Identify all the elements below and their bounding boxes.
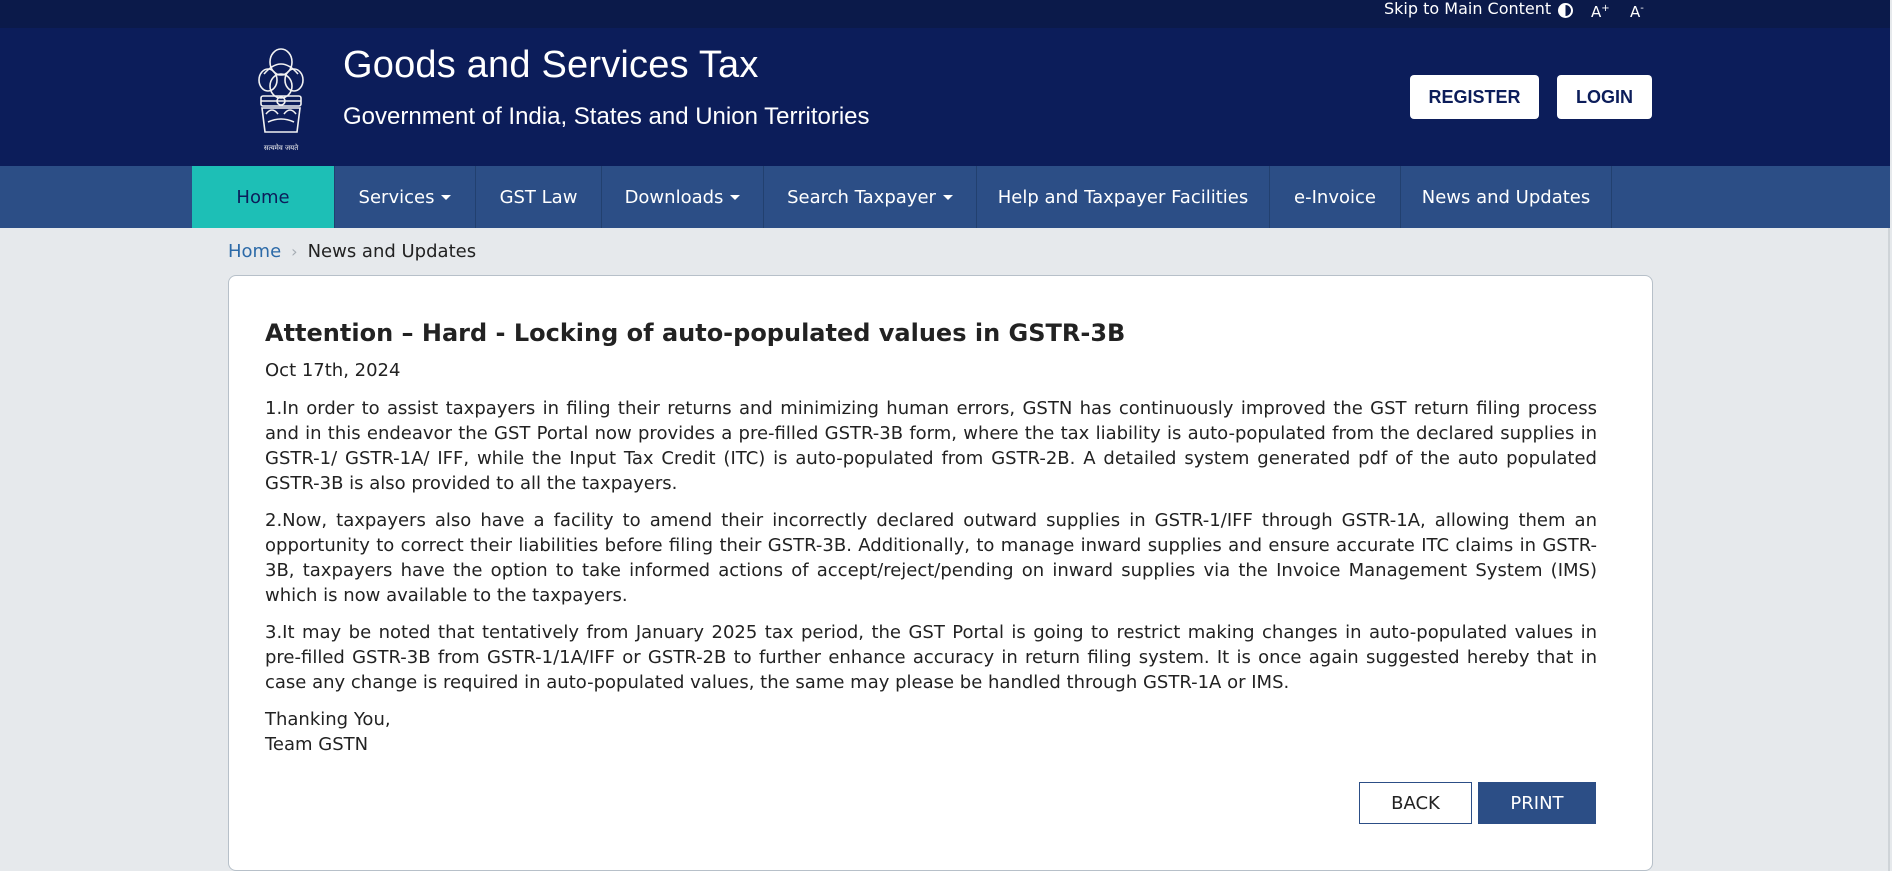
nav-item-label: e-Invoice [1294, 186, 1376, 208]
accessibility-bar: Skip to Main Content A+ A- [0, 0, 1890, 28]
nav-item-label: Home [236, 186, 290, 208]
breadcrumb-home-link[interactable]: Home [228, 241, 281, 262]
site-subtitle: Government of India, States and Union Te… [343, 103, 870, 130]
back-button[interactable]: BACK [1359, 782, 1472, 824]
breadcrumb-current: News and Updates [307, 240, 477, 262]
article-date: Oct 17th, 2024 [265, 360, 401, 381]
font-decrease-label: A [1630, 3, 1641, 21]
nav-item-label: News and Updates [1421, 186, 1591, 208]
page-root: Skip to Main Content A+ A- सत्यमेव जयते … [0, 0, 1890, 871]
nav-item-home[interactable]: Home [192, 166, 335, 228]
font-increase-button[interactable]: A+ [1591, 0, 1610, 21]
nav-item-services[interactable]: Services [335, 166, 476, 228]
font-decrease-sup: - [1640, 3, 1644, 14]
skip-to-content-link[interactable]: Skip to Main Content [1384, 0, 1551, 18]
main-navigation: Home Services GST Law Downloads Search T… [0, 166, 1890, 228]
caret-down-icon [942, 194, 953, 200]
contrast-toggle-icon[interactable] [1558, 3, 1573, 18]
caret-down-icon [441, 194, 452, 200]
login-button[interactable]: LOGIN [1557, 75, 1652, 119]
signoff-line: Team GSTN [265, 734, 369, 755]
print-button[interactable]: PRINT [1478, 782, 1596, 824]
nav-item-help[interactable]: Help and Taxpayer Facilities [977, 166, 1270, 228]
site-header: सत्यमेव जयते Goods and Services Tax Gove… [0, 28, 1890, 166]
article-body: 1.In order to assist taxpayers in filing… [265, 396, 1597, 757]
breadcrumb: Home › News and Updates [228, 240, 476, 262]
breadcrumb-separator-icon: › [291, 241, 298, 261]
register-button[interactable]: REGISTER [1410, 75, 1539, 119]
article-paragraph: 2.Now, taxpayers also have a facility to… [265, 510, 1597, 606]
site-title[interactable]: Goods and Services Tax [343, 44, 759, 87]
nav-item-gst-law[interactable]: GST Law [476, 166, 602, 228]
national-emblem-logo[interactable]: सत्यमेव जयते [252, 44, 310, 156]
caret-down-icon [730, 194, 741, 200]
nav-item-news-updates[interactable]: News and Updates [1401, 166, 1612, 228]
emblem-caption: सत्यमेव जयते [264, 143, 299, 152]
nav-item-downloads[interactable]: Downloads [602, 166, 764, 228]
font-decrease-button[interactable]: A- [1630, 0, 1644, 21]
nav-item-label: Downloads [624, 186, 724, 208]
nav-item-search-taxpayer[interactable]: Search Taxpayer [764, 166, 977, 228]
article-card: Attention – Hard - Locking of auto-popul… [228, 275, 1653, 871]
signoff-line: Thanking You, [265, 709, 391, 730]
nav-item-e-invoice[interactable]: e-Invoice [1270, 166, 1401, 228]
article-paragraph: 1.In order to assist taxpayers in filing… [265, 398, 1597, 494]
nav-item-label: Help and Taxpayer Facilities [997, 186, 1249, 208]
nav-item-label: Services [358, 186, 435, 208]
article-paragraph: 3.It may be noted that tentatively from … [265, 622, 1597, 693]
article-title: Attention – Hard - Locking of auto-popul… [265, 319, 1126, 347]
font-increase-label: A [1591, 3, 1602, 21]
font-increase-sup: + [1601, 3, 1610, 14]
article-signoff: Thanking You, Team GSTN [265, 707, 1597, 757]
nav-item-label: GST Law [499, 186, 578, 208]
nav-item-label: Search Taxpayer [787, 186, 936, 208]
